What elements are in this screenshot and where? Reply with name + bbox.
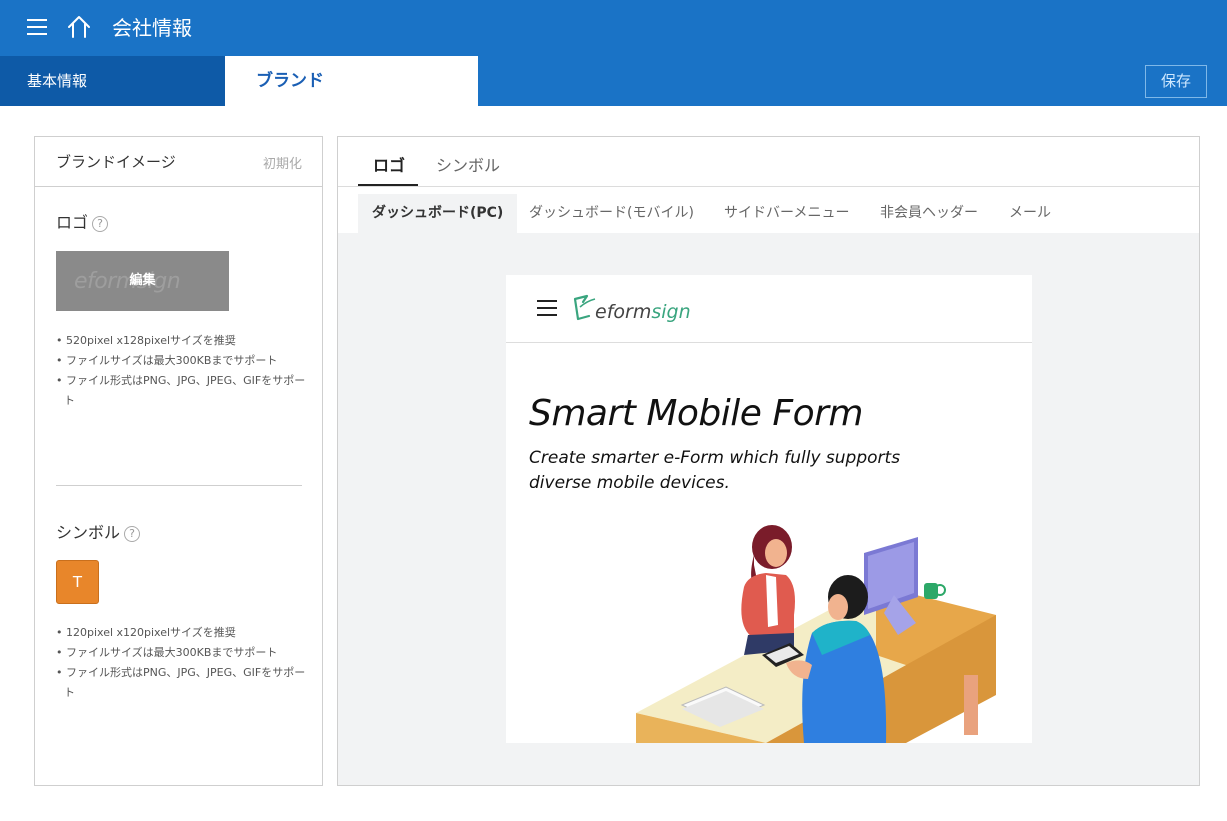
tab-brand[interactable]: ブランド (225, 56, 478, 106)
subtab-sidebar-menu[interactable]: サイドバーメニュー (724, 194, 849, 233)
preview-menu-icon (537, 300, 557, 316)
subtab-mail[interactable]: メール (1009, 194, 1051, 233)
reset-button[interactable]: 初期化 (263, 153, 302, 172)
logo-label: ロゴ (56, 213, 89, 232)
symbol-section-title: シンボル? (56, 519, 141, 543)
subtab-dashboard-mobile[interactable]: ダッシュボード(モバイル) (529, 194, 694, 233)
note-item: • ファイル形式はPNG、JPG、JPEG、GIFをサポート (56, 666, 306, 699)
tab-bar: 基本情報 ブランド 保存 (0, 56, 1227, 106)
note-item: • ファイルサイズは最大300KBまでサポート (56, 646, 278, 659)
brand-image-panel: ブランドイメージ 初期化 ロゴ? eformsign 編集 • 520pixel… (34, 136, 323, 786)
divider (56, 485, 302, 486)
tab-divider (338, 186, 1199, 187)
preview-tabs-area: ロゴ シンボル ダッシュボード(PC) ダッシュボード(モバイル) サイドバーメ… (338, 137, 1199, 233)
subtab-dashboard-pc[interactable]: ダッシュボード(PC) (358, 194, 518, 233)
panel-header: ブランドイメージ 初期化 (35, 137, 322, 187)
subtab-guest-header[interactable]: 非会員ヘッダー (880, 194, 978, 233)
top-bar: 会社情報 (0, 0, 1227, 56)
symbol-upload-box[interactable]: T (56, 560, 99, 604)
tab-logo[interactable]: ロゴ (373, 152, 405, 176)
home-icon[interactable] (66, 14, 92, 40)
dashboard-preview: eformsign Smart Mobile Form Create smart… (506, 275, 1032, 743)
preview-illustration (636, 525, 996, 743)
preview-subheading: Create smarter e-Form which fully suppor… (529, 448, 901, 493)
logo-notes: • 520pixel x128pixelサイズを推奨 • ファイルサイズは最大3… (56, 331, 311, 411)
help-icon[interactable]: ? (92, 215, 109, 232)
help-icon[interactable]: ? (124, 525, 141, 542)
preview-logo: eformsign (573, 294, 691, 323)
page-title: 会社情報 (112, 16, 192, 40)
edit-logo-button[interactable]: 編集 (56, 251, 229, 311)
note-item: • ファイル形式はPNG、JPG、JPEG、GIFをサポート (56, 374, 306, 407)
note-item: • 120pixel x120pixelサイズを推奨 (56, 626, 236, 639)
preview-header: eformsign (506, 275, 1032, 343)
note-item: • ファイルサイズは最大300KBまでサポート (56, 354, 278, 367)
menu-icon[interactable] (27, 18, 47, 36)
tab-symbol[interactable]: シンボル (436, 152, 500, 176)
note-item: • 520pixel x128pixelサイズを推奨 (56, 334, 236, 347)
panel-title: ブランドイメージ (56, 153, 176, 171)
preview-heading: Smart Mobile Form (529, 393, 863, 434)
save-button[interactable]: 保存 (1145, 65, 1207, 98)
logo-upload-box[interactable]: eformsign 編集 (56, 251, 229, 311)
preview-logo-text: eformsign (595, 301, 691, 323)
symbol-notes: • 120pixel x120pixelサイズを推奨 • ファイルサイズは最大3… (56, 623, 311, 703)
preview-panel: ロゴ シンボル ダッシュボード(PC) ダッシュボード(モバイル) サイドバーメ… (337, 136, 1200, 786)
tab-basic-info[interactable]: 基本情報 (0, 56, 225, 106)
symbol-label: シンボル (56, 523, 121, 542)
logo-section-title: ロゴ? (56, 209, 109, 233)
